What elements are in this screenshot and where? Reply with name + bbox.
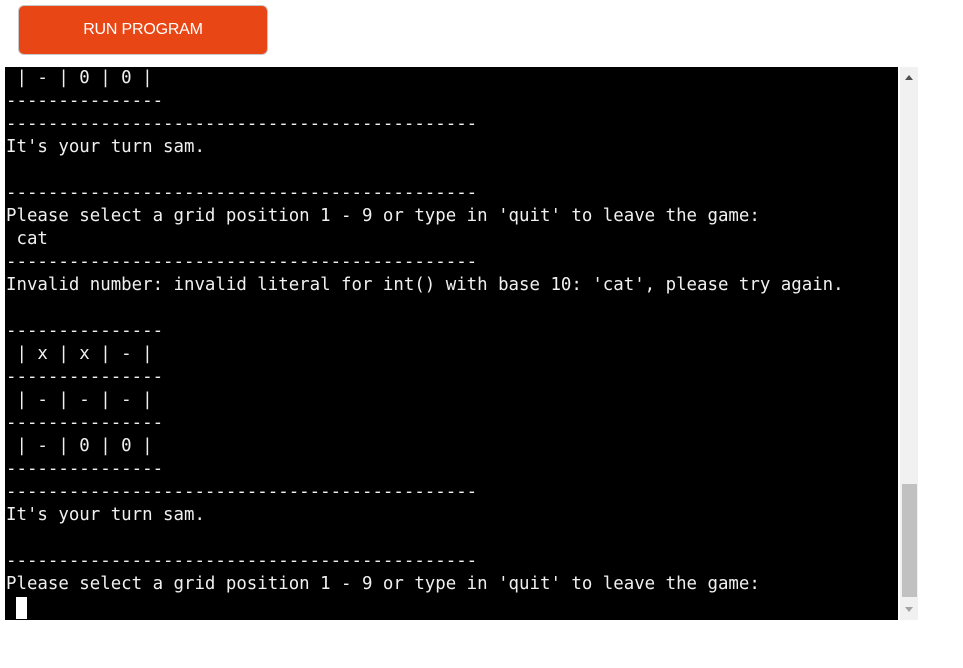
terminal-line: | - | 0 | 0 | <box>6 68 153 88</box>
terminal-line: --------------- <box>6 367 164 387</box>
terminal-line: --------------- <box>6 91 164 111</box>
terminal-line: It's your turn sam. <box>6 505 205 525</box>
terminal-line: Please select a grid position 1 - 9 or t… <box>6 206 760 226</box>
terminal-line: Invalid number: invalid literal for int(… <box>6 275 844 295</box>
terminal-line: --------------- <box>6 321 164 341</box>
run-program-button[interactable]: RUN PROGRAM <box>18 5 268 55</box>
terminal-screen[interactable]: | - | 0 | 0 | --------------- ------------… <box>5 67 898 620</box>
terminal-line: ----------------------------------------… <box>6 482 478 502</box>
terminal-line: ----------------------------------------… <box>6 252 478 272</box>
scroll-up-icon[interactable] <box>900 69 918 87</box>
terminal-line: It's your turn sam. <box>6 137 205 157</box>
terminal-line: cat <box>6 229 48 249</box>
text-cursor <box>16 597 27 619</box>
terminal-line: | - | - | - | <box>6 390 153 410</box>
terminal-line: --------------- <box>6 413 164 433</box>
terminal-line: ----------------------------------------… <box>6 183 478 203</box>
terminal-line: --------------- <box>6 459 164 479</box>
terminal-line: ----------------------------------------… <box>6 551 478 571</box>
scroll-thumb[interactable] <box>902 484 917 597</box>
terminal-output: | - | 0 | 0 | --------------- ------------… <box>6 67 844 596</box>
terminal-window: | - | 0 | 0 | --------------- ------------… <box>5 67 918 620</box>
terminal-scrollbar[interactable] <box>900 67 918 620</box>
terminal-line: | x | x | - | <box>6 344 153 364</box>
terminal-line: Please select a grid position 1 - 9 or t… <box>6 574 760 594</box>
scroll-down-icon[interactable] <box>900 600 918 618</box>
terminal-line: ----------------------------------------… <box>6 114 478 134</box>
terminal-line: | - | 0 | 0 | <box>6 436 153 456</box>
